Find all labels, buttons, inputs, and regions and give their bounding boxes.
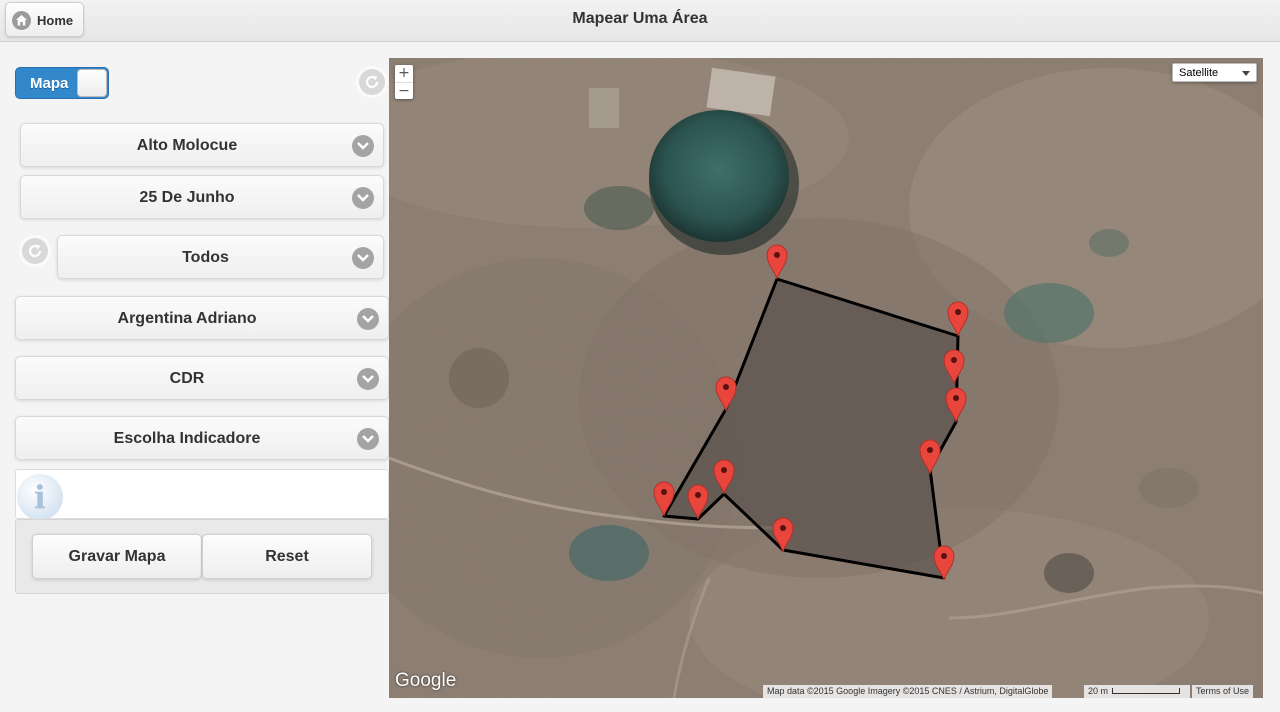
scale-label: 20 m xyxy=(1088,686,1109,696)
chevron-down-icon xyxy=(352,247,374,269)
chevron-down-icon xyxy=(352,135,374,157)
save-map-button[interactable]: Gravar Mapa xyxy=(32,534,202,579)
locality-select[interactable]: 25 De Junho xyxy=(20,175,384,219)
scale-bar xyxy=(1112,688,1180,694)
header-bar: Home Mapear Uma Área xyxy=(0,0,1280,42)
filter-select[interactable]: Todos xyxy=(57,235,384,279)
district-select[interactable]: Alto Molocue xyxy=(20,123,384,167)
map-scale: 20 m xyxy=(1084,685,1190,698)
locality-select-label: 25 De Junho xyxy=(139,189,235,206)
map-type-label: Satellite xyxy=(1179,67,1219,79)
toggle-knob xyxy=(77,69,107,97)
zoom-in-button[interactable]: + xyxy=(395,65,413,82)
beneficiary-select[interactable]: Argentina Adriano xyxy=(15,296,389,340)
filter-select-label: Todos xyxy=(182,249,229,266)
chevron-down-icon xyxy=(357,308,379,330)
zoom-out-button[interactable]: − xyxy=(395,82,413,99)
indicator-select[interactable]: Escolha Indicadore xyxy=(15,416,389,460)
map-imagery xyxy=(389,58,1263,698)
district-select-label: Alto Molocue xyxy=(136,137,238,154)
info-panel: i xyxy=(15,469,389,520)
terms-of-use-link[interactable]: Terms of Use xyxy=(1192,685,1254,698)
info-icon: i xyxy=(17,474,63,520)
page-title: Mapear Uma Área xyxy=(572,10,708,27)
organization-select-label: CDR xyxy=(169,370,205,387)
action-panel: Gravar Mapa Reset xyxy=(15,519,389,594)
satellite-map[interactable]: + − Satellite Google Map data ©2015 Goog… xyxy=(389,58,1263,698)
chevron-down-icon xyxy=(357,368,379,390)
indicator-select-label: Escolha Indicadore xyxy=(113,430,261,447)
organization-select[interactable]: CDR xyxy=(15,356,389,400)
dropdown-arrow-icon xyxy=(1242,71,1250,76)
chevron-down-icon xyxy=(352,187,374,209)
map-type-select[interactable]: Satellite xyxy=(1172,63,1257,82)
zoom-control: + − xyxy=(395,65,413,99)
map-mode-toggle[interactable]: Mapa xyxy=(15,67,109,99)
toggle-label: Mapa xyxy=(30,75,69,92)
google-logo: Google xyxy=(395,670,457,691)
refresh-icon xyxy=(28,244,42,258)
refresh-button[interactable] xyxy=(359,69,385,95)
refresh-icon xyxy=(365,75,379,89)
refresh-filter-button[interactable] xyxy=(22,238,48,264)
map-attribution: Map data ©2015 Google Imagery ©2015 CNES… xyxy=(763,685,1053,698)
chevron-down-icon xyxy=(357,428,379,450)
reset-button[interactable]: Reset xyxy=(202,534,372,579)
beneficiary-select-label: Argentina Adriano xyxy=(117,310,257,327)
